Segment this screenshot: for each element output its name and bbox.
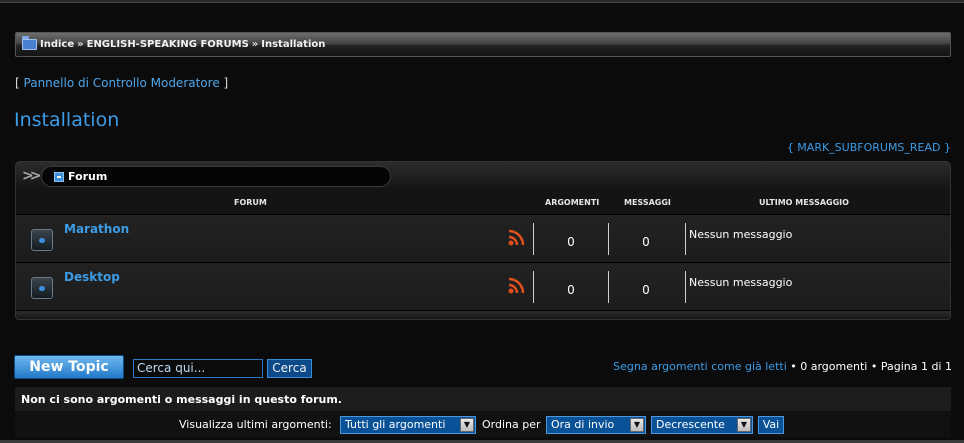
column-divider <box>533 223 534 255</box>
category-tab[interactable]: Forum <box>41 166 391 187</box>
breadcrumb: Indice » ENGLISH-SPEAKING FORUMS » Insta… <box>15 32 951 57</box>
breadcrumb-english-forums[interactable]: ENGLISH-SPEAKING FORUMS <box>87 39 249 50</box>
rss-icon[interactable] <box>507 229 525 247</box>
posts-count: 0 <box>642 235 650 249</box>
mark-subforums-read-link[interactable]: { MARK_SUBFORUMS_READ } <box>787 141 951 154</box>
dropdown-arrow-icon[interactable]: ▼ <box>737 418 751 432</box>
top-border <box>0 0 964 3</box>
direction-select[interactable]: Decrescente ▼ <box>651 416 753 434</box>
moderator-panel-link[interactable]: Pannello di Controllo Moderatore <box>24 76 220 90</box>
forum-list: >> Forum FORUM ARGOMENTI MESSAGGI ULTIMO… <box>15 161 951 321</box>
column-topics: ARGOMENTI <box>545 198 600 207</box>
column-last-post: ULTIMO MESSAGGIO <box>759 198 849 207</box>
new-topic-button[interactable]: New Topic <box>14 355 124 379</box>
forum-row-marathon: Marathon 0 0 Nessun messaggio <box>15 214 951 262</box>
breadcrumb-index[interactable]: Indice <box>40 39 74 50</box>
topics-count: 0 <box>567 235 575 249</box>
mark-topics-read-link[interactable]: Segna argomenti come già letti <box>613 360 787 373</box>
order-select-value: Ora di invio <box>551 418 615 431</box>
category-title: Forum <box>68 170 108 183</box>
dropdown-arrow-icon[interactable]: ▼ <box>630 418 644 432</box>
column-posts: MESSAGGI <box>624 198 671 207</box>
page-info: Segna argomenti come già letti • 0 argom… <box>613 360 952 373</box>
chevron-right-icon[interactable]: >> <box>22 168 42 184</box>
order-select[interactable]: Ora di invio ▼ <box>546 416 646 434</box>
column-divider <box>533 271 534 303</box>
display-select-value: Tutti gli argomenti <box>345 418 446 431</box>
forum-row-desktop: Desktop 0 0 Nessun messaggio <box>15 262 951 310</box>
dropdown-arrow-icon[interactable]: ▼ <box>460 418 474 432</box>
display-label: Visualizza ultimi argomenti: <box>179 418 332 431</box>
order-label: Ordina per <box>482 418 541 431</box>
topics-count: 0 <box>567 283 575 297</box>
sort-options: Visualizza ultimi argomenti: Tutti gli a… <box>15 411 951 437</box>
column-divider <box>608 271 609 303</box>
column-divider <box>608 223 609 255</box>
forum-read-icon <box>31 277 53 299</box>
search-button[interactable]: Cerca <box>267 359 312 378</box>
topics-pagination-text: • 0 argomenti • Pagina 1 di 1 <box>786 360 952 373</box>
direction-select-value: Decrescente <box>656 418 725 431</box>
column-divider <box>685 271 686 303</box>
go-button[interactable]: Vai <box>758 416 784 434</box>
display-select[interactable]: Tutti gli argomenti ▼ <box>340 416 476 434</box>
posts-count: 0 <box>642 283 650 297</box>
last-post: Nessun messaggio <box>689 228 793 241</box>
forum-list-footer <box>15 310 951 320</box>
last-post: Nessun messaggio <box>689 276 793 289</box>
breadcrumb-separator: » <box>251 39 259 50</box>
breadcrumb-installation[interactable]: Installation <box>261 39 325 50</box>
moderator-panel: [ Pannello di Controllo Moderatore ] <box>15 76 228 90</box>
no-topics-message: Non ci sono argomenti o messaggi in ques… <box>15 387 951 411</box>
forum-name[interactable]: Desktop <box>64 270 120 284</box>
column-forum: FORUM <box>234 198 267 207</box>
page-title[interactable]: Installation <box>14 109 119 131</box>
search-input[interactable]: Cerca qui... <box>133 359 263 378</box>
category-header: >> Forum <box>15 161 951 189</box>
bracket-close: ] <box>223 76 229 90</box>
column-headers: FORUM ARGOMENTI MESSAGGI ULTIMO MESSAGGI… <box>15 189 951 214</box>
rss-icon[interactable] <box>507 277 525 295</box>
column-divider <box>685 223 686 255</box>
minus-icon[interactable] <box>54 171 64 182</box>
breadcrumb-separator: » <box>77 39 84 50</box>
forum-name[interactable]: Marathon <box>64 222 129 236</box>
folder-icon <box>22 36 37 50</box>
forum-read-icon <box>31 229 53 251</box>
bracket-open: [ <box>15 76 20 90</box>
